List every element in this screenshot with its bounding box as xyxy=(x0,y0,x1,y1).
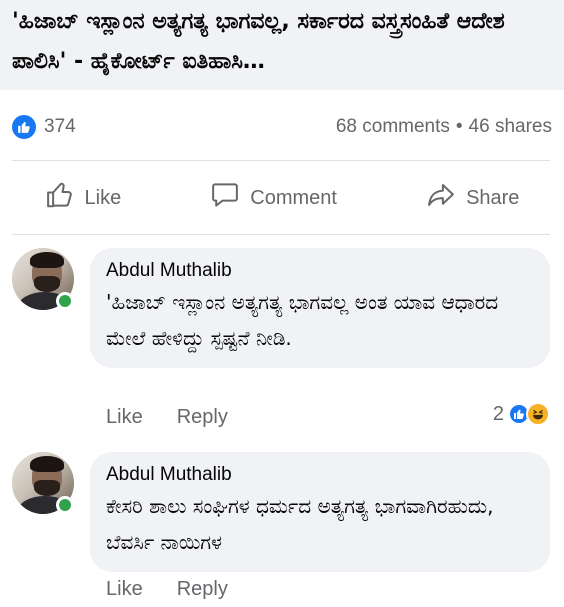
online-status-icon xyxy=(56,496,74,514)
share-button[interactable]: Share xyxy=(426,180,519,216)
like-count: 374 xyxy=(44,116,76,137)
share-arrow-icon xyxy=(426,180,456,216)
share-button-label: Share xyxy=(466,186,520,209)
like-reaction-icon xyxy=(12,115,36,139)
comment-bubble[interactable]: Abdul Muthalib 'ಹಿಜಾಬ್ ಇಸ್ಲಾಂನ ಅತ್ಯಗತ್ಯ … xyxy=(90,248,550,368)
comment-reaction-summary[interactable]: 2 xyxy=(493,402,550,426)
comment-button-label: Comment xyxy=(250,186,337,209)
post-action-bar: Like Comment Share xyxy=(0,168,564,228)
comment-like-button[interactable]: Like xyxy=(106,406,143,429)
comment-author[interactable]: Abdul Muthalib xyxy=(106,258,534,284)
divider xyxy=(12,160,550,161)
comment-text: ಕೇಸರಿ ಶಾಲು ಸಂಘಿಗಳ ಧರ್ಮದ ಅತ್ಯಗತ್ಯ ಭಾಗವಾಗಿ… xyxy=(106,494,494,554)
comment-reaction-count: 2 xyxy=(492,402,504,425)
avatar[interactable] xyxy=(12,452,76,516)
shares-count-link[interactable]: 46 shares xyxy=(469,116,552,138)
comment-like-button[interactable]: Like xyxy=(106,578,143,601)
comment-reply-button[interactable]: Reply xyxy=(177,406,228,429)
online-status-icon xyxy=(56,292,74,310)
comment-author[interactable]: Abdul Muthalib xyxy=(106,462,534,488)
comment-button[interactable]: Comment xyxy=(210,180,337,216)
like-button-label: Like xyxy=(84,186,122,209)
post-title[interactable]: 'ಹಿಜಾಬ್ ಇಸ್ಲಾಂನ ಅತ್ಯಗತ್ಯ ಭಾಗವಲ್ಲ, ಸರ್ಕಾರ… xyxy=(12,2,556,82)
comment-actions: Like Reply xyxy=(106,578,228,601)
post-stats: 374 68 comments • 46 shares xyxy=(12,110,552,144)
comment-actions: Like Reply xyxy=(106,406,228,429)
comment-bubble-icon xyxy=(210,180,240,216)
comment-bubble[interactable]: Abdul Muthalib ಕೇಸರಿ ಶಾಲು ಸಂಘಿಗಳ ಧರ್ಮದ ಅ… xyxy=(90,452,550,572)
comment-item: Abdul Muthalib 'ಹಿಜಾಬ್ ಇಸ್ಲಾಂನ ಅತ್ಯಗತ್ಯ … xyxy=(0,246,564,436)
meta-separator: • xyxy=(455,116,463,137)
avatar[interactable] xyxy=(12,248,76,312)
comment-reply-button[interactable]: Reply xyxy=(177,578,228,601)
haha-emoji-icon xyxy=(526,402,550,426)
comment-text: 'ಹಿಜಾಬ್ ಇಸ್ಲಾಂನ ಅತ್ಯಗತ್ಯ ಭಾಗವಲ್ಲ ಅಂತ ಯಾವ… xyxy=(106,290,499,350)
reaction-summary[interactable]: 374 xyxy=(12,115,76,139)
comment-item: Abdul Muthalib ಕೇಸರಿ ಶಾಲು ಸಂಘಿಗಳ ಧರ್ಮದ ಅ… xyxy=(0,450,564,607)
like-button[interactable]: Like xyxy=(45,180,122,216)
divider xyxy=(12,234,550,235)
like-thumb-icon xyxy=(45,180,75,216)
comments-count-link[interactable]: 68 comments xyxy=(336,116,450,138)
engagement-meta: 68 comments • 46 shares xyxy=(336,116,552,138)
